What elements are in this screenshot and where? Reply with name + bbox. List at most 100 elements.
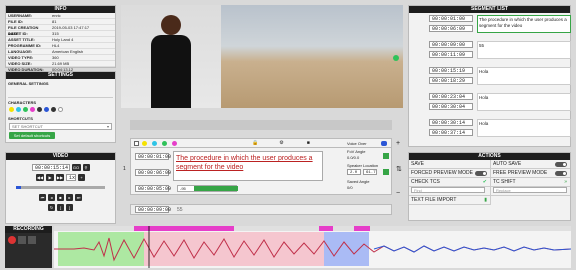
lock-icon[interactable]: 🔒 — [252, 140, 258, 146]
segment-tc-out[interactable]: 00:00:30:04 — [429, 103, 473, 110]
360-video-view — [221, 5, 403, 108]
remove-segment-icon[interactable]: − — [396, 190, 400, 197]
character-color-swatch[interactable] — [51, 107, 56, 112]
speed-up-icon[interactable]: + — [78, 174, 85, 181]
check-tcs-button[interactable]: CHECK TCS ✔ — [409, 178, 490, 187]
segment-text[interactable]: Hola — [477, 93, 571, 111]
segment-tc-in[interactable]: 00:00:15:19 — [429, 67, 473, 74]
video-progress-bar[interactable] — [16, 186, 105, 189]
next-text-field[interactable]: 55 — [177, 207, 183, 213]
segment-tc-out[interactable]: 00:00:06:09 — [429, 25, 473, 32]
prev-segment-icon[interactable]: ⏮ — [39, 194, 46, 201]
segment-tc-out[interactable]: 00:00:18:29 — [429, 77, 473, 84]
forced-preview-toggle[interactable] — [475, 171, 487, 176]
segment-text[interactable]: 55 — [477, 41, 571, 59]
forced-preview-mode[interactable]: FORCED PREVIEW MODE — [409, 169, 490, 178]
loop-icon[interactable]: ↻ — [48, 204, 55, 211]
segment-tc-out[interactable]: 00:00:37:14 — [429, 129, 473, 136]
characters-label: CHARACTERS — [8, 100, 36, 105]
character-color-swatch[interactable] — [23, 107, 28, 112]
step-back-icon[interactable]: ◂ — [48, 194, 55, 201]
video-frame[interactable] — [121, 5, 403, 108]
text-file-import-label: TEXT FILE IMPORT — [411, 197, 457, 203]
character-color-swatch[interactable] — [37, 107, 42, 112]
segment-tc-out[interactable]: 00:00:11:09 — [429, 51, 473, 58]
fov-apply-icon[interactable] — [383, 153, 389, 159]
segment-text-input[interactable]: The procedure in which the user produces… — [173, 151, 323, 181]
delete-icon[interactable]: ■ — [307, 140, 310, 146]
character-color-swatch[interactable] — [9, 107, 14, 112]
segment-text[interactable]: Hola — [477, 67, 571, 85]
free-preview-mode[interactable]: FREE PREVIEW MODE — [491, 169, 570, 178]
segment-tc-in[interactable]: 00:00:30:14 — [429, 119, 473, 126]
gear-icon[interactable]: ⚙ — [279, 140, 283, 146]
mark-out-icon[interactable]: ] — [66, 204, 73, 211]
file-icon: ▮ — [484, 197, 487, 203]
shortcuts-label: SHORTCUTS — [8, 116, 33, 121]
info-key: VIDEO TYPE: — [8, 55, 34, 60]
save-button[interactable]: SAVE — [409, 160, 490, 169]
tc-out-field[interactable]: 00:00:06:09 — [135, 169, 171, 176]
actions-header: ACTIONS — [409, 153, 570, 160]
shortcut-select-value: SET SHORTCUT — [12, 124, 43, 129]
play-icon[interactable]: ▶ — [46, 174, 54, 181]
text-file-import-button[interactable]: TEXT FILE IMPORT ▮ — [409, 196, 490, 205]
rewind-icon[interactable]: ◀◀ — [36, 174, 44, 181]
video-progress-fill — [16, 186, 22, 189]
record-icon[interactable] — [8, 236, 16, 244]
color-yellow-icon[interactable] — [142, 140, 147, 146]
video-timecode[interactable]: 00:00:15:14 — [31, 164, 70, 171]
color-magenta-icon[interactable] — [172, 140, 177, 146]
timeline-ruler — [54, 226, 571, 231]
segment-number: 1 — [123, 166, 126, 172]
default-shortcuts-button[interactable]: Set default shortcuts — [9, 132, 55, 139]
auto-save-toggle[interactable] — [555, 162, 567, 167]
segment-list-item[interactable]: 00:00:01:00 00:00:06:09 The procedure in w… — [411, 15, 574, 44]
segment-tc-in[interactable]: 00:00:01:00 — [429, 15, 473, 22]
segment-text[interactable]: The procedure in which the user produces… — [477, 15, 571, 33]
info-key: ASSET ID: — [8, 31, 28, 36]
find-input[interactable]: Find — [411, 187, 485, 193]
saved-angle-label: Saved Angle — [347, 179, 370, 184]
free-preview-toggle[interactable] — [555, 171, 567, 176]
play-recording-icon[interactable] — [28, 236, 36, 244]
segment-tc-in[interactable]: 00:00:09:00 — [429, 41, 473, 48]
segment-tc-in[interactable]: 00:00:23:04 — [429, 93, 473, 100]
stop-icon[interactable]: ■ — [57, 194, 64, 201]
character-color-swatch[interactable] — [58, 107, 63, 112]
next-segment-icon[interactable]: ⏭ — [75, 194, 82, 201]
segment-list-item[interactable]: 00:00:30:14 00:00:37:14 Hola — [411, 119, 574, 148]
segment-list-item[interactable]: 00:00:23:04 00:00:30:04 Hola — [411, 93, 574, 122]
next-tc-field[interactable]: 00:00:09:00 — [135, 206, 171, 213]
mark-in-icon[interactable]: [ — [57, 204, 64, 211]
character-color-swatch[interactable] — [44, 107, 49, 112]
speaker-x-field[interactable]: 2.0 — [347, 169, 361, 175]
character-color-swatch[interactable] — [16, 107, 21, 112]
sign-language-window — [121, 5, 221, 108]
voice-over-toggle-icon[interactable] — [381, 141, 387, 146]
auto-save-option[interactable]: AUTO SAVE — [491, 160, 570, 169]
step-forward-icon[interactable]: ▸ — [66, 194, 73, 201]
shortcut-select[interactable]: SET SHORTCUT ▾ — [9, 123, 112, 130]
add-segment-icon[interactable]: + — [396, 140, 400, 147]
microphone-icon[interactable] — [18, 236, 26, 244]
speed-value[interactable]: 1x — [66, 174, 76, 181]
split-segment-icon[interactable]: ⇅ — [396, 165, 402, 173]
waveform-timeline[interactable] — [54, 226, 571, 268]
segment-text[interactable]: Hola — [477, 119, 571, 137]
speaker-apply-icon[interactable] — [383, 169, 389, 175]
goto-button[interactable]: GO — [71, 164, 81, 171]
fast-forward-icon[interactable]: ▶▶ — [56, 174, 64, 181]
character-color-swatch[interactable] — [30, 107, 35, 112]
color-green-icon[interactable] — [162, 140, 167, 146]
speaker-y-field[interactable]: 61.7 — [363, 169, 377, 175]
search-icon[interactable]: ⚲ — [82, 164, 90, 171]
segment-list-item[interactable]: 00:00:09:00 00:00:11:09 55 — [411, 41, 574, 70]
tc-in-field[interactable]: 00:00:01:00 — [135, 153, 171, 160]
replace-input[interactable]: Replace — [493, 187, 567, 193]
info-header: INFO — [6, 6, 115, 13]
segment-list-item[interactable]: 00:00:15:19 00:00:18:29 Hola — [411, 67, 574, 96]
color-cyan-icon[interactable] — [152, 140, 157, 146]
tc-shift-button[interactable]: TC SHIFT » — [491, 178, 570, 187]
checkbox-white[interactable] — [134, 140, 139, 146]
